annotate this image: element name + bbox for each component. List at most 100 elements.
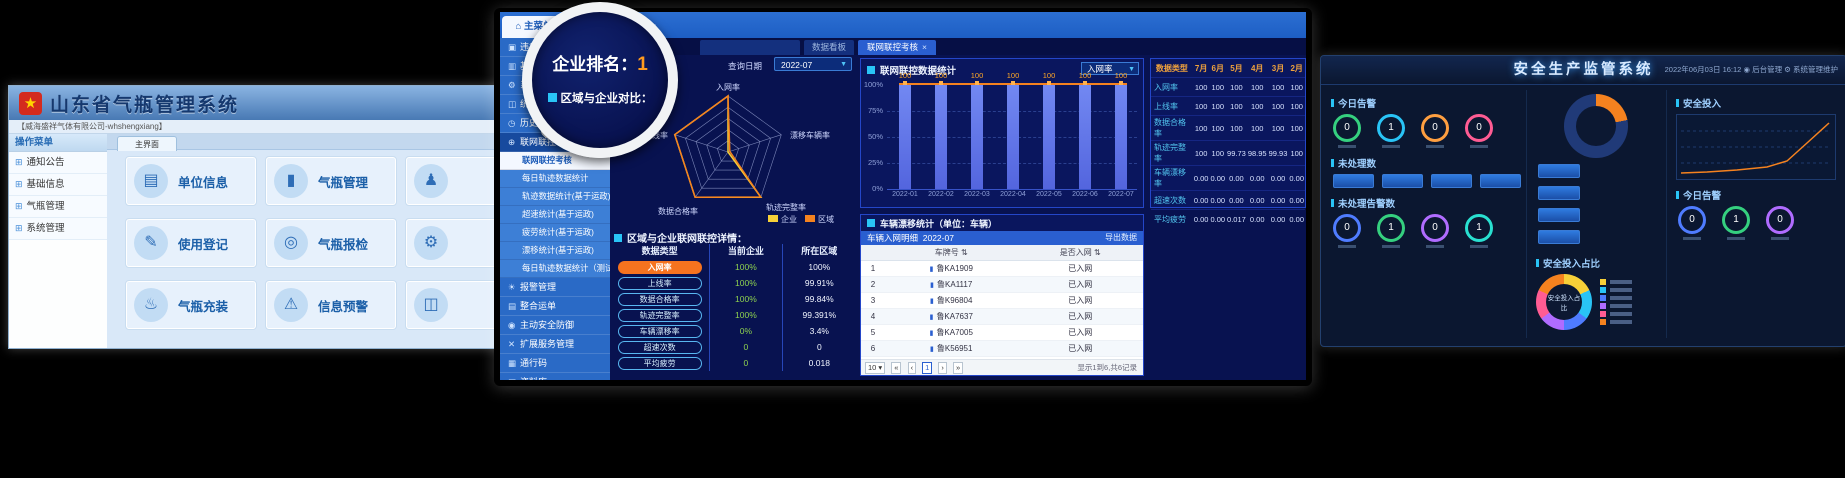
home-card-inspect[interactable]: ◎气瓶报检 — [265, 218, 397, 268]
bar-value-label: 100 — [965, 71, 989, 80]
monthly-month-header: 7月 — [1193, 59, 1210, 78]
first-page-button[interactable]: « — [891, 362, 901, 374]
tab-active[interactable]: 联网联控考核× — [858, 40, 936, 55]
monthly-value-cell: 100 — [1193, 97, 1210, 116]
table-row[interactable]: 3▮鲁K96804已入网 — [861, 293, 1143, 309]
tab-inactive[interactable]: 数据看板 — [804, 40, 854, 55]
value: 0% — [740, 326, 752, 336]
sidebar-item[interactable]: ✕扩展服务管理 — [500, 335, 610, 354]
sidebar-item[interactable]: ⊞系统管理 — [9, 218, 107, 240]
sidebar-item[interactable]: ▤整合运单 — [500, 297, 610, 316]
action-button[interactable] — [1431, 174, 1472, 188]
close-icon[interactable]: × — [922, 42, 927, 52]
action-button[interactable] — [1538, 208, 1580, 222]
sidebar-subitem[interactable]: 疲劳统计(基于运政) — [500, 224, 610, 242]
register-icon: ✎ — [134, 226, 168, 260]
action-button[interactable] — [1538, 230, 1580, 244]
sidebar-item[interactable]: ◉主动安全防御 — [500, 316, 610, 335]
action-button[interactable] — [1538, 186, 1580, 200]
tab-main-view[interactable]: 主界面 — [117, 136, 177, 151]
page-size-dropdown[interactable]: 10 ▾ — [865, 362, 885, 374]
sort-icon: ⇅ — [1094, 248, 1101, 257]
sidebar-subitem[interactable]: 轨迹数据统计(基于运政) — [500, 188, 610, 206]
current-page[interactable]: 1 — [922, 362, 932, 374]
ring-stat: 1 — [1377, 114, 1405, 148]
action-button[interactable] — [1480, 174, 1521, 188]
expand-icon[interactable]: ⊞ — [15, 223, 23, 233]
metric-pill[interactable]: 平均疲劳 — [618, 357, 702, 370]
monthly-value-cell: 100 — [1247, 78, 1268, 97]
home-card-alert[interactable]: ⚠信息预警 — [265, 280, 397, 330]
table-row[interactable]: 5▮鲁KA7005已入网 — [861, 325, 1143, 341]
sidebar-item[interactable]: ▦通行码 — [500, 354, 610, 373]
monthly-value-cell: 100 — [1288, 141, 1305, 166]
tab-partial-hidden[interactable] — [700, 40, 800, 55]
expand-icon[interactable]: ⊞ — [15, 179, 23, 189]
ring-label-bar — [1382, 245, 1400, 248]
sidebar-item[interactable]: ⊞气瓶管理 — [9, 196, 107, 218]
sidebar-subitem[interactable]: 每日轨迹数据统计（测试） — [500, 260, 610, 278]
card-label: 使用登记 — [178, 234, 228, 253]
monitor-content: 数据看板联网联控考核× 查询日期 2022-07 ▼ 入网率漂移车辆率轨迹完整率… — [610, 38, 1306, 380]
national-emblem-icon: ★ — [19, 92, 42, 115]
next-page-button[interactable]: › — [938, 362, 947, 374]
home-card-cylinder[interactable]: ▮气瓶管理 — [265, 156, 397, 206]
index-column-header[interactable] — [861, 245, 885, 261]
status-cell: 已入网 — [1017, 293, 1143, 309]
action-button[interactable] — [1333, 174, 1374, 188]
menu-icon: ▥ — [508, 57, 520, 75]
monthly-value-cell: 100 — [1226, 97, 1247, 116]
table-row[interactable]: 1▮鲁KA1909已入网 — [861, 261, 1143, 277]
safety-col-invest: 安全投入 今日告警 010 — [1676, 88, 1836, 242]
legend-swatch — [1600, 287, 1606, 293]
last-page-button[interactable]: » — [953, 362, 963, 374]
bar — [899, 85, 911, 189]
table-row[interactable]: 4▮鲁KA7637已入网 — [861, 309, 1143, 325]
admin-link[interactable]: 后台管理 — [1752, 65, 1782, 74]
sidebar-subitem[interactable]: 每日轨迹数据统计 — [500, 170, 610, 188]
status-column-header[interactable]: 是否入网 ⇅ — [1017, 245, 1143, 261]
y-axis-label: 25% — [861, 158, 883, 167]
menu-icon: ⚙ — [508, 76, 520, 94]
monthly-value-cell: 100 — [1268, 97, 1289, 116]
sidebar-item[interactable]: ◰资料库 — [500, 373, 610, 380]
prev-page-button[interactable]: ‹ — [908, 362, 917, 374]
sidebar-item[interactable]: ⊞通知公告 — [9, 152, 107, 174]
plate-column-header[interactable]: 车牌号 ⇅ — [885, 245, 1017, 261]
row-index: 6 — [861, 341, 885, 357]
home-card-register[interactable]: ✎ 使用登记 — [125, 218, 257, 268]
netstat-panel: 联网联控数据统计 入网率 ▼ 100%75%50%25%0%1002022-01… — [860, 58, 1144, 208]
sidebar-item[interactable]: ☀报警管理 — [500, 278, 610, 297]
monthly-table-body: 入网率100100100100100100上线率1001001001001001… — [1151, 78, 1305, 229]
menu-icon: ⊕ — [508, 133, 520, 151]
monthly-row: 入网率100100100100100100 — [1151, 78, 1305, 97]
ring-label-bar — [1683, 237, 1701, 240]
data-point — [975, 81, 979, 85]
monthly-type-cell: 轨迹完整率 — [1151, 141, 1193, 166]
expand-icon[interactable]: ⊞ — [15, 157, 23, 167]
monthly-value-cell: 0.00 — [1247, 166, 1268, 191]
ring-value: 1 — [1377, 114, 1405, 142]
ring-label-bar — [1382, 145, 1400, 148]
home-card-building[interactable]: ▤单位信息 — [125, 156, 257, 206]
monthly-month-header: 4月 — [1247, 59, 1268, 78]
sidebar-item-label: 整合运单 — [520, 301, 556, 311]
monthly-type-cell: 入网率 — [1151, 78, 1193, 97]
table-row[interactable]: 6▮鲁K56951已入网 — [861, 341, 1143, 357]
query-date-dropdown[interactable]: 2022-07 ▼ — [774, 57, 852, 71]
maintain-link[interactable]: 系统管理维护 — [1793, 65, 1838, 74]
expand-icon[interactable]: ⊞ — [15, 201, 23, 211]
plate-number: 鲁KA7005 — [936, 328, 972, 337]
company-value: 0 — [710, 353, 782, 371]
table-row[interactable]: 2▮鲁KA1117已入网 — [861, 277, 1143, 293]
action-button[interactable] — [1382, 174, 1423, 188]
sidebar-subitem[interactable]: 漂移统计(基于运政) — [500, 242, 610, 260]
monthly-value-cell: 100 — [1268, 116, 1289, 141]
sidebar-subitem[interactable]: 超速统计(基于运政) — [500, 206, 610, 224]
action-button[interactable] — [1538, 164, 1580, 178]
home-card-filling[interactable]: ♨气瓶充装 — [125, 280, 257, 330]
legend-swatch — [1600, 311, 1606, 317]
sidebar-item[interactable]: ⊞基础信息 — [9, 174, 107, 196]
export-data-button[interactable]: 导出数据 — [1105, 231, 1137, 245]
radar-legend: 企业区域 — [760, 214, 834, 225]
